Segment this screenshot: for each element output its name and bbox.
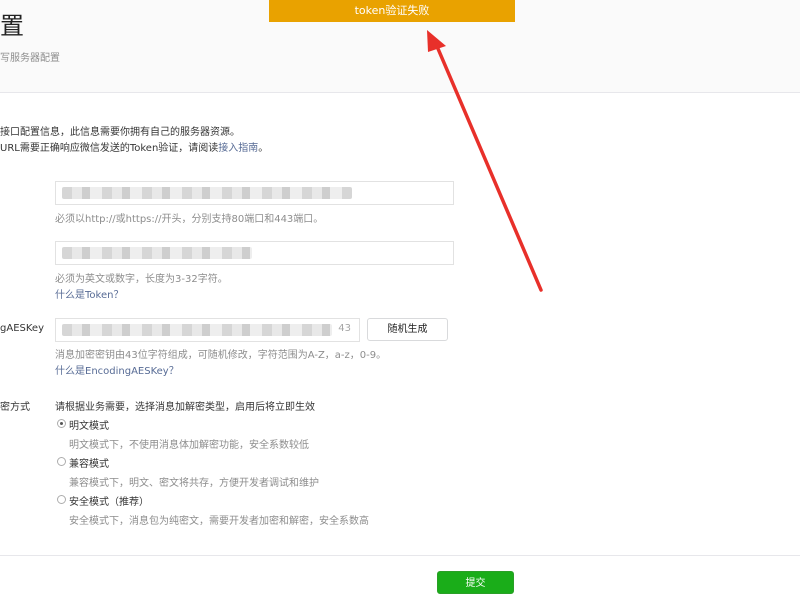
redacted-url-value bbox=[62, 187, 352, 199]
secure-mode-label[interactable]: 安全模式（推荐） bbox=[69, 493, 149, 508]
what-is-token-link[interactable]: 什么是Token？ bbox=[55, 286, 123, 301]
intro-line-1: 接口配置信息，此信息需要你拥有自己的服务器资源。 bbox=[0, 127, 240, 138]
access-guide-link[interactable]: 接入指南 bbox=[218, 143, 258, 154]
footer-divider bbox=[0, 555, 800, 556]
what-is-aeskey-link[interactable]: 什么是EncodingAESKey？ bbox=[55, 362, 179, 377]
compatible-mode-label[interactable]: 兼容模式 bbox=[69, 455, 109, 470]
url-input[interactable] bbox=[55, 181, 454, 205]
random-generate-button[interactable]: 随机生成 bbox=[367, 318, 448, 341]
intro-suffix: 。 bbox=[258, 143, 269, 154]
compatible-mode-radio[interactable] bbox=[57, 457, 66, 466]
token-hint: 必须为英文或数字，长度为3-32字符。 bbox=[55, 274, 228, 285]
url-hint: 必须以http://或https://开头，分别支持80端口和443端口。 bbox=[55, 214, 324, 225]
page-title: 置 bbox=[0, 12, 24, 40]
page-subtitle: 写服务器配置 bbox=[0, 53, 60, 64]
plaintext-mode-desc: 明文模式下，不使用消息体加解密功能，安全系数较低 bbox=[69, 440, 309, 451]
secure-mode-radio[interactable] bbox=[57, 495, 66, 504]
plaintext-mode-radio[interactable] bbox=[57, 419, 66, 428]
redacted-aeskey-value bbox=[62, 324, 332, 336]
intro-line-2: URL需要正确响应微信发送的Token验证，请阅读接入指南。 bbox=[0, 139, 268, 154]
token-input[interactable] bbox=[55, 241, 454, 265]
aeskey-hint: 消息加密密钥由43位字符组成，可随机修改，字符范围为A-Z，a-z，0-9。 bbox=[55, 350, 387, 361]
aeskey-input[interactable]: 43 bbox=[55, 318, 360, 342]
intro-text: URL需要正确响应微信发送的Token验证，请阅读 bbox=[0, 143, 219, 154]
submit-button[interactable]: 提交 bbox=[437, 571, 514, 594]
encryption-mode-prompt: 请根据业务需要，选择消息加解密类型，启用后将立即生效 bbox=[55, 402, 315, 413]
error-toast: token验证失败 bbox=[269, 0, 515, 22]
plaintext-mode-label[interactable]: 明文模式 bbox=[69, 417, 109, 432]
aeskey-value-tail: 43 bbox=[338, 323, 351, 334]
secure-mode-desc: 安全模式下，消息包为纯密文，需要开发者加密和解密，安全系数高 bbox=[69, 516, 369, 527]
aeskey-label: gAESKey bbox=[0, 323, 44, 334]
redacted-token-value bbox=[62, 247, 252, 259]
encryption-mode-label: 密方式 bbox=[0, 402, 30, 413]
compatible-mode-desc: 兼容模式下，明文、密文将共存，方便开发者调试和维护 bbox=[69, 478, 319, 489]
